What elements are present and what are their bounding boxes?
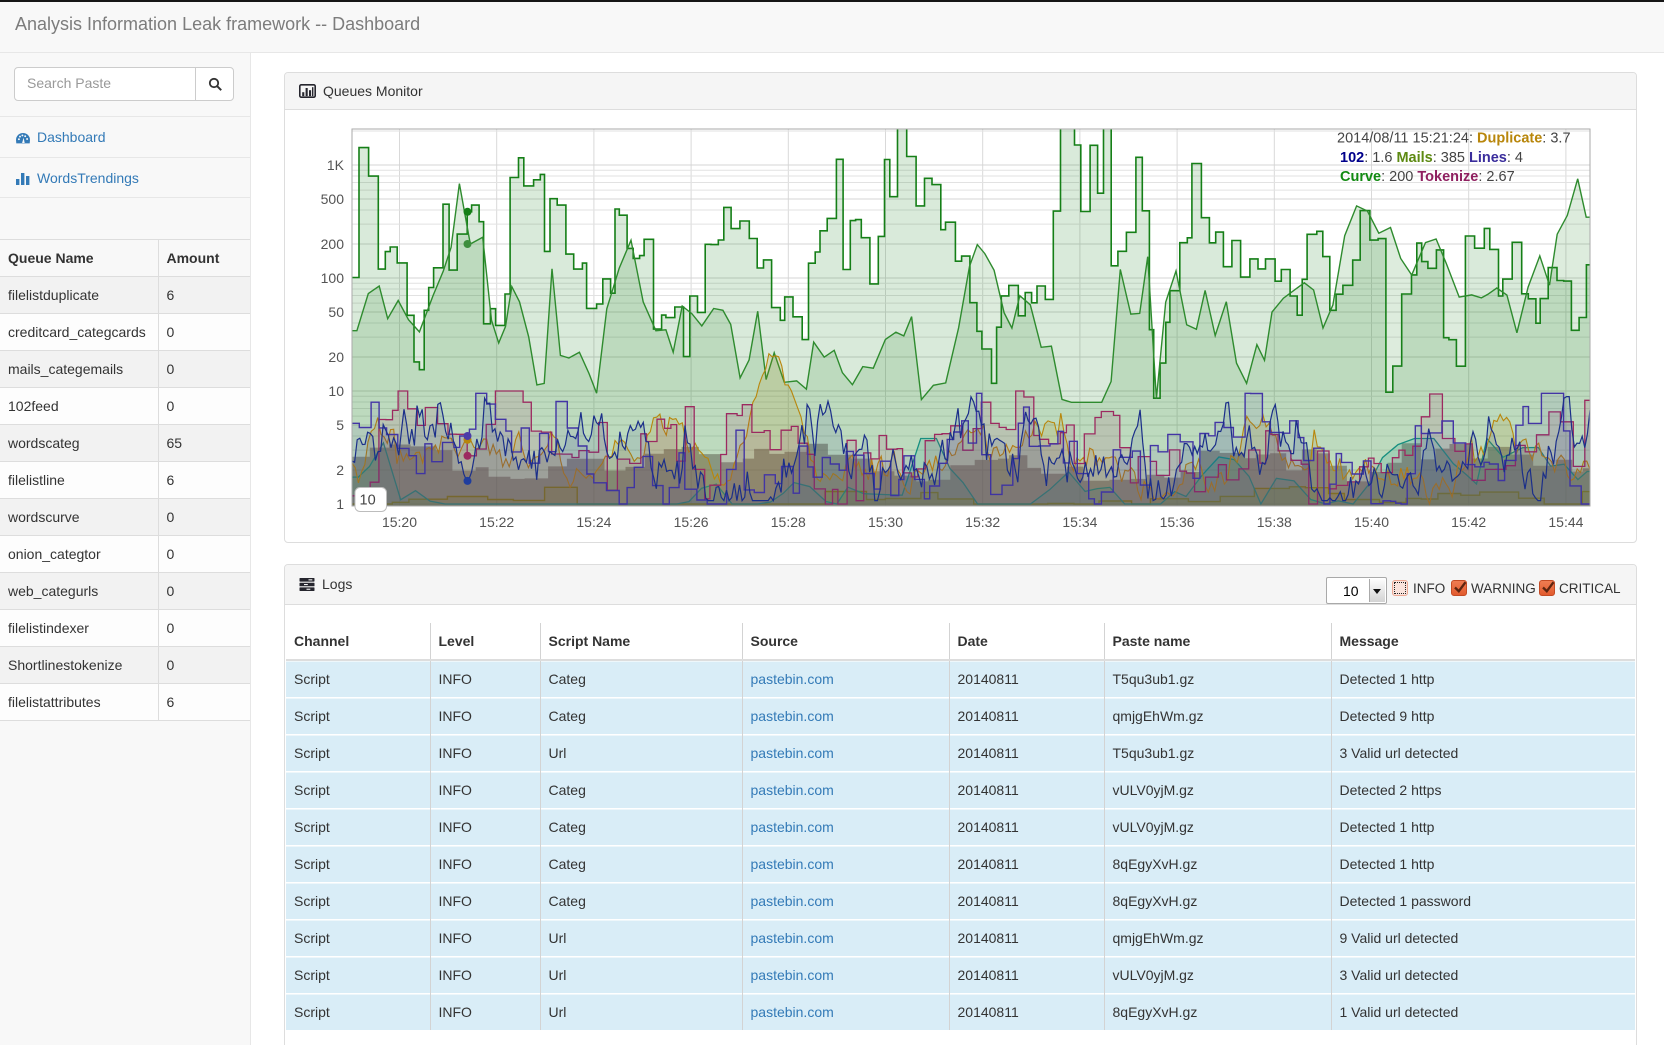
svg-text:5: 5 xyxy=(336,417,344,433)
svg-text:15:22: 15:22 xyxy=(479,514,514,530)
svg-text:15:30: 15:30 xyxy=(868,514,903,530)
svg-text:15:32: 15:32 xyxy=(965,514,1000,530)
svg-text:15:42: 15:42 xyxy=(1451,514,1486,530)
svg-text:10: 10 xyxy=(328,383,344,399)
svg-text:10: 10 xyxy=(360,493,376,509)
svg-text:15:26: 15:26 xyxy=(674,514,709,530)
svg-text:15:24: 15:24 xyxy=(576,514,611,530)
svg-text:15:38: 15:38 xyxy=(1257,514,1292,530)
svg-text:Curve: 200 Tokenize: 2.67: Curve: 200 Tokenize: 2.67 xyxy=(1340,169,1515,185)
svg-text:15:36: 15:36 xyxy=(1160,514,1195,530)
svg-text:15:20: 15:20 xyxy=(382,514,417,530)
svg-text:200: 200 xyxy=(321,236,345,252)
svg-text:2: 2 xyxy=(336,462,344,478)
svg-text:1: 1 xyxy=(336,496,344,512)
svg-text:100: 100 xyxy=(321,270,345,286)
svg-text:2014/08/11 15:21:24: Duplicate: 2014/08/11 15:21:24: Duplicate: 3.7 xyxy=(1337,131,1571,147)
svg-text:1K: 1K xyxy=(327,157,345,173)
svg-text:20: 20 xyxy=(328,349,344,365)
svg-text:102: 1.6 Mails: 385 Lines: 4: 102: 1.6 Mails: 385 Lines: 4 xyxy=(1340,150,1523,166)
svg-text:15:44: 15:44 xyxy=(1548,514,1583,530)
svg-text:15:34: 15:34 xyxy=(1062,514,1097,530)
svg-text:15:28: 15:28 xyxy=(771,514,806,530)
svg-text:15:40: 15:40 xyxy=(1354,514,1389,530)
svg-text:50: 50 xyxy=(328,304,344,320)
svg-text:500: 500 xyxy=(321,191,345,207)
